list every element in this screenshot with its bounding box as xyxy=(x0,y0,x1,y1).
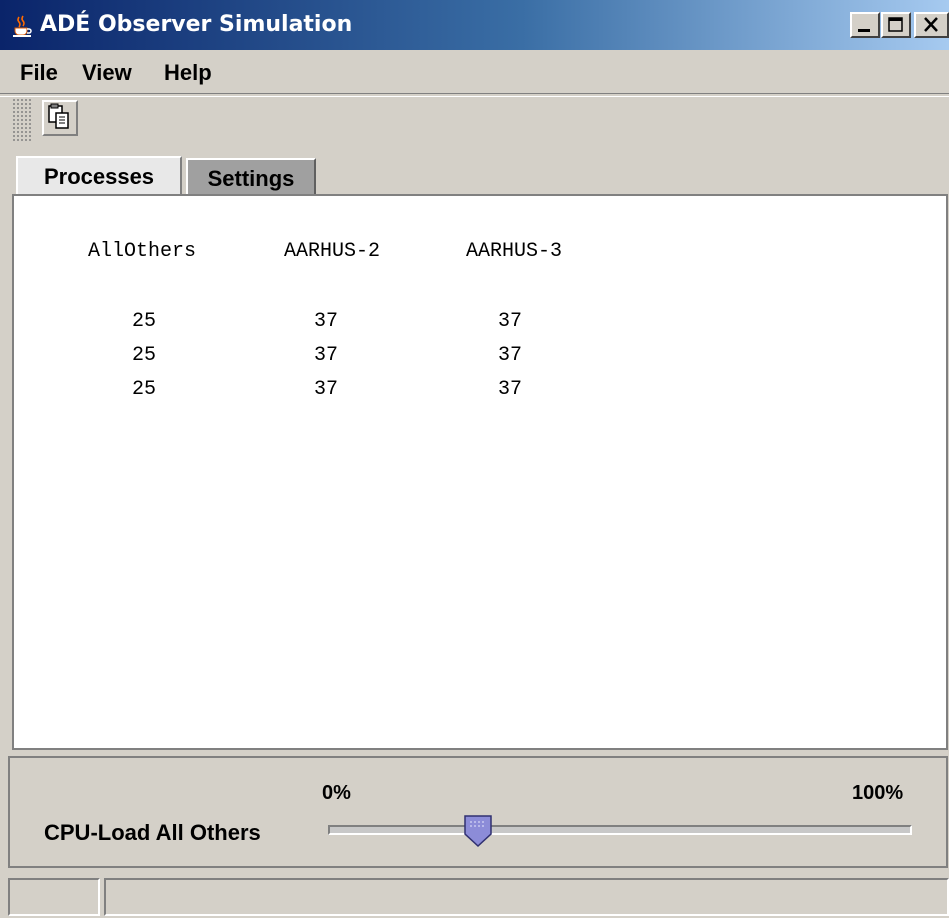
close-icon xyxy=(924,17,938,32)
slider-max-label: 100% xyxy=(852,782,904,804)
menu-help[interactable]: Help xyxy=(164,60,212,86)
cell-allothers: 25 xyxy=(132,310,157,333)
copy-icon xyxy=(48,103,69,129)
cpu-load-label: CPU-Load All Others xyxy=(44,820,261,845)
title-bar[interactable]: ADÉ Observer Simulation xyxy=(0,0,949,50)
slider-min-label: 0% xyxy=(322,782,351,804)
slider-thumb-icon xyxy=(464,815,492,848)
status-segment xyxy=(8,878,100,916)
column-header-aarhus-2: AARHUS-2 xyxy=(284,240,381,263)
column-header-aarhus-3: AARHUS-3 xyxy=(466,240,563,263)
cpu-load-slider-thumb[interactable] xyxy=(462,814,494,848)
cell-allothers: 25 xyxy=(132,378,157,401)
processes-panel: AllOthers AARHUS-2 AARHUS-3 25 37 37 25 … xyxy=(12,194,948,750)
minimize-icon xyxy=(858,29,870,32)
maximize-button[interactable] xyxy=(881,12,911,38)
maximize-icon xyxy=(888,17,903,32)
status-segment xyxy=(104,878,949,916)
tab-settings[interactable]: Settings xyxy=(186,158,316,196)
cell-aarhus-3: 37 xyxy=(498,344,523,367)
cell-aarhus-3: 37 xyxy=(498,310,523,333)
cell-aarhus-2: 37 xyxy=(314,310,339,333)
java-cup-icon xyxy=(10,14,34,38)
minimize-button[interactable] xyxy=(850,12,880,38)
cpu-load-panel: 0% 100% CPU-Load All Others xyxy=(8,756,948,868)
cell-allothers: 25 xyxy=(132,344,157,367)
cpu-load-slider-track[interactable] xyxy=(328,825,912,835)
close-button[interactable] xyxy=(914,12,949,38)
window-title: ADÉ Observer Simulation xyxy=(40,12,353,37)
cell-aarhus-2: 37 xyxy=(314,344,339,367)
menu-bar: File View Help xyxy=(0,52,949,92)
column-header-allothers: AllOthers xyxy=(88,240,197,263)
toolbar-grip-handle[interactable] xyxy=(12,98,32,142)
tab-processes[interactable]: Processes xyxy=(16,156,182,194)
menu-view[interactable]: View xyxy=(82,60,132,86)
toolbar xyxy=(0,96,949,144)
application-window: ADÉ Observer Simulation File View Help P… xyxy=(0,0,949,918)
cell-aarhus-3: 37 xyxy=(498,378,523,401)
cell-aarhus-2: 37 xyxy=(314,378,339,401)
status-bar xyxy=(0,874,949,918)
menu-file[interactable]: File xyxy=(20,60,58,86)
copy-button[interactable] xyxy=(42,100,78,136)
